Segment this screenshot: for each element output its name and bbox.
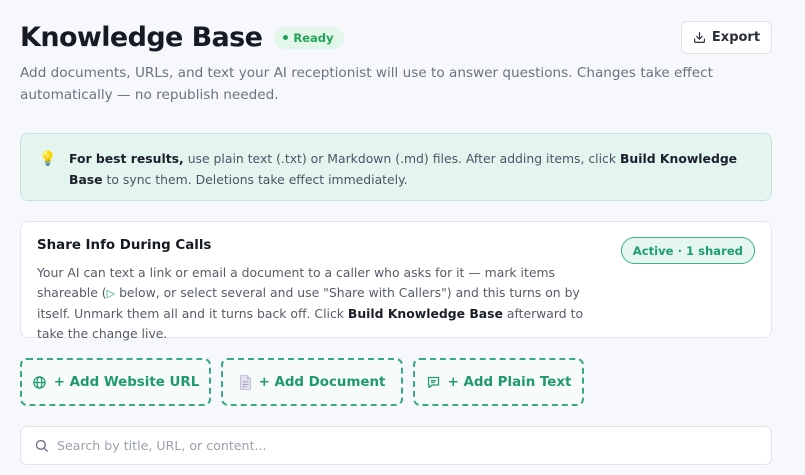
globe-icon: [32, 375, 47, 390]
share-card-description: Your AI can text a link or email a docum…: [37, 263, 609, 344]
status-dot-icon: [283, 35, 289, 40]
share-bold: Build Knowledge Base: [347, 306, 503, 321]
add-plain-text-label: + Add Plain Text: [447, 374, 572, 390]
add-plain-text-button[interactable]: + Add Plain Text: [413, 358, 584, 406]
export-button-label: Export: [711, 30, 761, 45]
page-header: Knowledge Base Ready: [20, 22, 344, 53]
share-status-pill: Active · 1 shared: [620, 237, 755, 264]
document-icon: [239, 374, 252, 390]
page-title: Knowledge Base: [20, 22, 263, 53]
tip-text-1: use plain text (.txt) or Markdown (.md) …: [183, 151, 620, 166]
tip-banner: 💡 For best results, use plain text (.txt…: [20, 133, 772, 201]
share-info-card: Share Info During Calls Active · 1 share…: [20, 221, 772, 341]
chat-bubble-icon: [426, 375, 441, 390]
search-icon: [35, 439, 48, 452]
add-document-label: + Add Document: [258, 374, 386, 390]
share-toggle-icon: ▷: [106, 287, 116, 300]
tip-lead: For best results,: [69, 151, 184, 166]
page-subtitle: Add documents, URLs, and text your AI re…: [20, 65, 713, 103]
export-button[interactable]: Export: [681, 21, 772, 54]
download-icon: [693, 32, 705, 43]
lightbulb-icon: 💡: [39, 151, 57, 167]
add-website-url-button[interactable]: + Add Website URL: [20, 358, 211, 406]
add-document-button[interactable]: + Add Document: [221, 358, 403, 406]
search-input[interactable]: [57, 438, 737, 453]
status-badge-label: Ready: [293, 30, 334, 45]
add-website-url-label: + Add Website URL: [53, 374, 200, 390]
status-badge: Ready: [274, 26, 344, 49]
tip-text-2: to sync them. Deletions take effect imme…: [102, 172, 408, 187]
search-bar: [20, 426, 772, 465]
